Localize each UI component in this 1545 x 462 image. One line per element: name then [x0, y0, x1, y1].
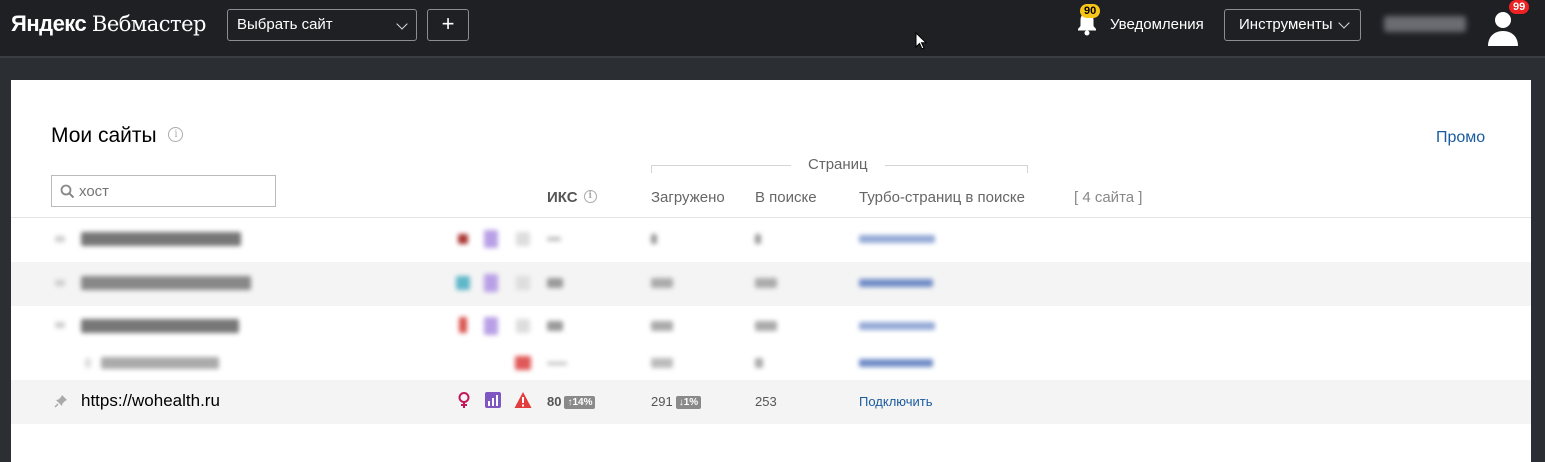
- column-iks: ИКС i: [547, 189, 597, 206]
- chart-report-icon[interactable]: [484, 391, 502, 409]
- column-iks-label: ИКС: [547, 189, 578, 206]
- column-loaded: Загружено: [651, 189, 725, 206]
- logo[interactable]: Яндекс Вебмастер: [11, 11, 207, 37]
- site-select-label: Выбрать сайт: [237, 16, 333, 33]
- site-host-link[interactable]: https://wohealth.ru: [81, 391, 220, 411]
- warning-icon[interactable]: [514, 391, 532, 409]
- redacted-content: [11, 262, 1066, 306]
- mouse-cursor-icon: [915, 32, 927, 50]
- iks-value: 80 ↑14%: [547, 394, 596, 409]
- search-icon: [60, 184, 75, 199]
- sites-count: [ 4 сайта ]: [1074, 189, 1143, 206]
- pin-icon[interactable]: [54, 394, 68, 408]
- user-name[interactable]: [1384, 16, 1466, 32]
- tools-menu-button[interactable]: Инструменты: [1224, 9, 1361, 41]
- redacted-content: [11, 218, 1066, 262]
- notifications-link[interactable]: Уведомления: [1110, 16, 1204, 33]
- redacted-content: [11, 306, 1066, 348]
- host-search[interactable]: [51, 175, 276, 207]
- iks-info-icon[interactable]: i: [583, 190, 597, 204]
- notifications-badge: 90: [1080, 4, 1101, 18]
- iks-number: 80: [547, 394, 562, 409]
- logo-product: Вебмастер: [91, 12, 207, 36]
- tools-menu-label: Инструменты: [1239, 16, 1333, 33]
- page-title-text: Мои сайты: [51, 124, 157, 147]
- chevron-down-icon: [1338, 17, 1350, 29]
- loaded-value: 291 ↓1%: [651, 394, 702, 409]
- column-turbo: Турбо-страниц в поиске: [859, 189, 1025, 206]
- top-header: Яндекс Вебмастер Выбрать сайт + 90 Уведо…: [0, 0, 1545, 58]
- page-title: Мои сайты i: [51, 124, 184, 148]
- column-in-search: В поиске: [755, 189, 817, 206]
- female-icon: [458, 392, 470, 408]
- avatar-badge: 99: [1509, 0, 1530, 14]
- iks-change-badge: ↑14%: [564, 396, 596, 409]
- logo-brand: Яндекс: [11, 11, 87, 36]
- info-icon[interactable]: i: [168, 126, 184, 142]
- site-row-redacted[interactable]: [11, 306, 1531, 348]
- site-select[interactable]: Выбрать сайт: [227, 9, 417, 41]
- turbo-connect-link[interactable]: Подключить: [859, 394, 933, 409]
- add-site-button[interactable]: +: [427, 9, 469, 41]
- site-row-redacted[interactable]: [11, 348, 1531, 380]
- sites-panel: Мои сайты i Промо Страниц ИКС i Загружен…: [11, 80, 1531, 462]
- loaded-number: 291: [651, 394, 673, 409]
- redacted-content: [11, 348, 1066, 380]
- in-search-value: 253: [755, 394, 777, 409]
- search-input[interactable]: [79, 181, 269, 201]
- site-row-redacted[interactable]: [11, 262, 1531, 306]
- site-row-redacted[interactable]: [11, 218, 1531, 262]
- promo-link[interactable]: Промо: [1436, 129, 1485, 147]
- chevron-down-icon: [396, 18, 408, 30]
- pages-group-label: Страниц: [791, 156, 885, 173]
- loaded-change-badge: ↓1%: [675, 396, 702, 409]
- site-row[interactable]: https://wohealth.ru 80 ↑14% 291 ↓1% 253 По…: [11, 380, 1531, 424]
